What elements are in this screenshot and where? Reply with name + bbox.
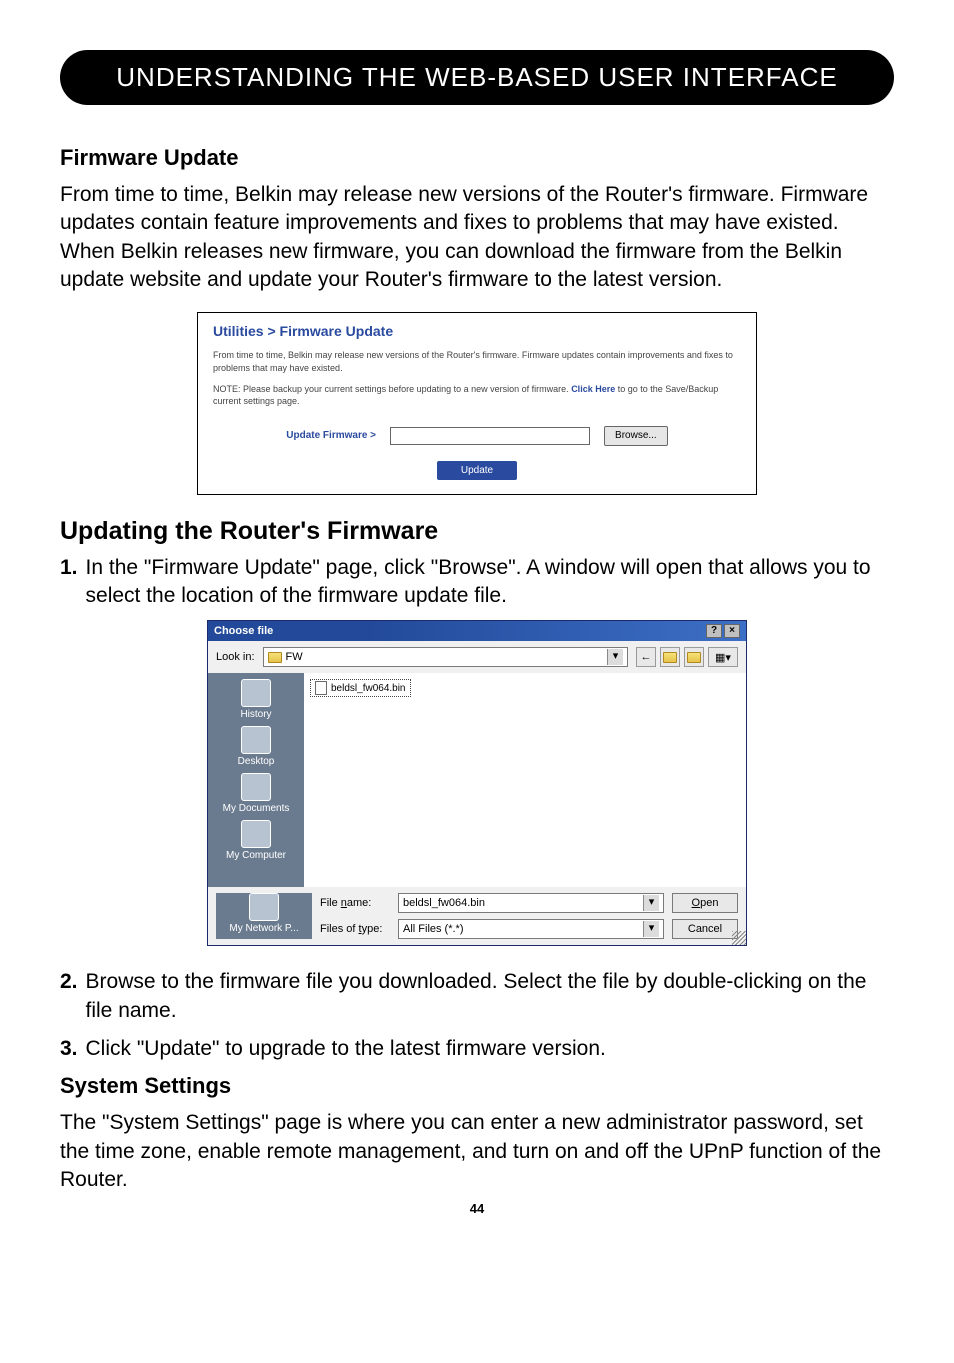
dialog-title: Choose file bbox=[214, 625, 273, 637]
history-icon bbox=[241, 679, 271, 707]
places-network-label: My Network P... bbox=[229, 923, 298, 934]
utilities-panel-text1: From time to time, Belkin may release ne… bbox=[213, 349, 741, 374]
up-one-level-icon[interactable] bbox=[660, 647, 680, 667]
file-item-name: beldsl_fw064.bin bbox=[331, 683, 406, 694]
chevron-down-icon[interactable]: ▾ bbox=[643, 895, 659, 911]
filename-input[interactable]: beldsl_fw064.bin ▾ bbox=[398, 893, 664, 913]
cancel-button[interactable]: Cancel bbox=[672, 919, 738, 939]
filename-value: beldsl_fw064.bin bbox=[403, 897, 485, 909]
step2-number: 2. bbox=[60, 968, 78, 1025]
dialog-help-button[interactable]: ? bbox=[706, 624, 722, 638]
dialog-bottom-row: My Network P... File name: beldsl_fw064.… bbox=[208, 887, 746, 945]
dialog-toolbar: Look in: FW ▾ ← ▦▾ bbox=[208, 641, 746, 673]
page-number: 44 bbox=[60, 1201, 894, 1216]
desktop-icon bbox=[241, 726, 271, 754]
open-button[interactable]: Open bbox=[672, 893, 738, 913]
filetype-dropdown[interactable]: All Files (*.*) ▾ bbox=[398, 919, 664, 939]
updating-firmware-heading: Updating the Router's Firmware bbox=[60, 517, 894, 546]
lookin-label: Look in: bbox=[216, 651, 255, 663]
utilities-panel-note: NOTE: Please backup your current setting… bbox=[213, 383, 741, 408]
places-desktop-label: Desktop bbox=[238, 756, 275, 767]
page-title-bar: UNDERSTANDING THE WEB-BASED USER INTERFA… bbox=[60, 50, 894, 105]
chevron-down-icon[interactable]: ▾ bbox=[643, 921, 659, 937]
lookin-value: FW bbox=[286, 651, 303, 663]
lookin-dropdown[interactable]: FW ▾ bbox=[263, 647, 628, 667]
file-list-area[interactable]: beldsl_fw064.bin bbox=[304, 673, 746, 887]
click-here-link[interactable]: Click Here bbox=[571, 384, 615, 394]
system-settings-para: The "System Settings" page is where you … bbox=[60, 1109, 894, 1194]
step1-number: 1. bbox=[60, 554, 78, 611]
dialog-places-bar: History Desktop My Documents My Computer bbox=[208, 673, 304, 887]
filetype-value: All Files (*.*) bbox=[403, 923, 464, 935]
browse-button[interactable]: Browse... bbox=[604, 426, 668, 446]
folder-new-icon bbox=[687, 652, 701, 663]
update-button[interactable]: Update bbox=[437, 461, 517, 480]
back-icon[interactable]: ← bbox=[636, 647, 656, 667]
firmware-update-heading: Firmware Update bbox=[60, 145, 894, 171]
dialog-titlebar: Choose file ? × bbox=[208, 621, 746, 641]
firmware-path-input[interactable] bbox=[390, 427, 590, 445]
resize-grip-icon[interactable] bbox=[732, 931, 746, 945]
new-folder-icon[interactable] bbox=[684, 647, 704, 667]
firmware-update-para: From time to time, Belkin may release ne… bbox=[60, 181, 894, 294]
filetype-label: Files of type: bbox=[320, 923, 390, 935]
system-settings-heading: System Settings bbox=[60, 1073, 894, 1099]
places-documents-label: My Documents bbox=[223, 803, 290, 814]
step2-text: Browse to the firmware file you download… bbox=[86, 968, 894, 1025]
places-history-label: History bbox=[240, 709, 271, 720]
network-icon bbox=[249, 893, 279, 921]
folder-icon bbox=[268, 652, 282, 663]
chevron-down-icon[interactable]: ▾ bbox=[607, 649, 623, 665]
file-item[interactable]: beldsl_fw064.bin bbox=[310, 679, 411, 697]
update-firmware-label: Update Firmware > bbox=[286, 430, 376, 441]
note-part-a: NOTE: Please backup your current setting… bbox=[213, 384, 571, 394]
folder-up-icon bbox=[663, 652, 677, 663]
utilities-panel-title: Utilities > Firmware Update bbox=[213, 323, 741, 339]
dialog-close-button[interactable]: × bbox=[724, 624, 740, 638]
choose-file-dialog: Choose file ? × Look in: FW ▾ ← ▦▾ bbox=[207, 620, 747, 946]
places-computer[interactable]: My Computer bbox=[226, 820, 286, 861]
computer-icon bbox=[241, 820, 271, 848]
step1-text: In the "Firmware Update" page, click "Br… bbox=[86, 554, 894, 611]
view-menu-icon[interactable]: ▦▾ bbox=[708, 647, 738, 667]
utilities-firmware-panel: Utilities > Firmware Update From time to… bbox=[197, 312, 757, 494]
documents-icon bbox=[241, 773, 271, 801]
file-icon bbox=[315, 681, 327, 695]
update-firmware-row: Update Firmware > Browse... bbox=[213, 426, 741, 446]
filename-label: File name: bbox=[320, 897, 390, 909]
step3-number: 3. bbox=[60, 1035, 78, 1063]
places-history[interactable]: History bbox=[240, 679, 271, 720]
places-network[interactable]: My Network P... bbox=[229, 893, 298, 934]
places-computer-label: My Computer bbox=[226, 850, 286, 861]
places-documents[interactable]: My Documents bbox=[223, 773, 290, 814]
places-desktop[interactable]: Desktop bbox=[238, 726, 275, 767]
step3-text: Click "Update" to upgrade to the latest … bbox=[86, 1035, 606, 1063]
